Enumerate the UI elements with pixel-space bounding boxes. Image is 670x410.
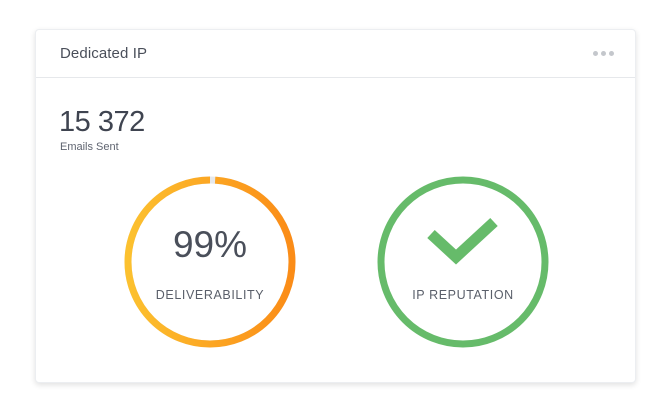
deliverability-gauge: 99% DELIVERABILITY xyxy=(120,172,300,352)
card-header: Dedicated IP xyxy=(36,30,635,78)
deliverability-value: 99% xyxy=(172,224,248,265)
card-title: Dedicated IP xyxy=(60,45,148,62)
menu-dot xyxy=(601,51,606,56)
more-options-icon[interactable] xyxy=(593,50,615,58)
ip-reputation-gauge: IP REPUTATION xyxy=(373,172,553,352)
dedicated-ip-card: Dedicated IP 15 372 Emails Sent 99% DELI… xyxy=(35,29,636,383)
emails-sent-label: Emails Sent xyxy=(60,141,119,153)
menu-dot xyxy=(609,51,614,56)
menu-dot xyxy=(593,51,598,56)
emails-sent-count: 15 372 xyxy=(59,106,145,138)
deliverability-label: DELIVERABILITY xyxy=(155,288,265,302)
checkmark-icon xyxy=(427,217,498,265)
ip-reputation-label: IP REPUTATION xyxy=(412,288,514,302)
gauge-ring xyxy=(377,176,549,348)
ip-reputation-ring xyxy=(377,176,549,348)
